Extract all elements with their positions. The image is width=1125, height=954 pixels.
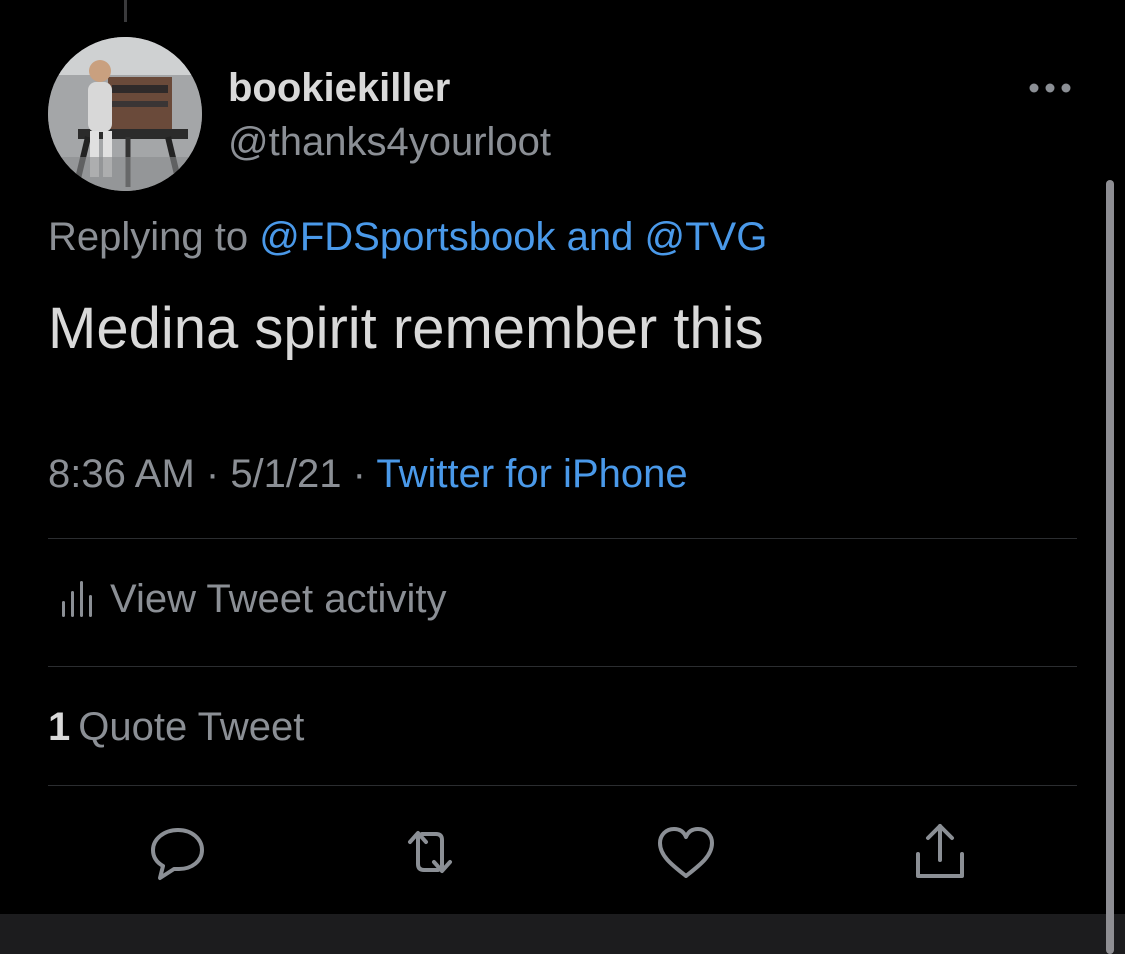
share-button[interactable] — [906, 818, 974, 886]
tweet-date: 5/1/21 — [230, 452, 342, 496]
quote-tweet-count: 1 — [48, 704, 71, 749]
bottom-toolbar — [0, 914, 1125, 954]
replying-to: Replying to @FDSportsbook and @TVG — [48, 212, 767, 262]
tweet-source-link[interactable]: Twitter for iPhone — [376, 452, 687, 496]
tweet-text: Medina spirit remember this — [48, 296, 764, 361]
author-display-name[interactable]: bookiekiller — [228, 64, 450, 112]
scrollbar[interactable] — [1106, 180, 1114, 954]
meta-separator: · — [341, 452, 377, 496]
replying-to-joiner: and — [555, 215, 645, 259]
author-handle[interactable]: @thanks4yourloot — [228, 118, 551, 166]
divider — [48, 785, 1077, 786]
view-tweet-activity-button[interactable]: View Tweet activity — [48, 572, 446, 626]
share-icon — [916, 824, 964, 878]
tweet-detail-screen: bookiekiller @thanks4yourloot Replying t… — [0, 0, 1125, 954]
meta-separator: · — [194, 452, 231, 496]
analytics-icon — [62, 581, 92, 617]
reply-button[interactable] — [144, 818, 212, 886]
tweet-time: 8:36 AM — [48, 452, 195, 496]
retweet-icon — [408, 831, 452, 873]
quote-tweet-label: Quote Tweet — [78, 704, 305, 749]
ellipsis-icon — [1029, 83, 1071, 93]
heart-icon — [658, 827, 714, 878]
reply-icon — [151, 828, 204, 880]
replying-to-label: Replying to — [48, 215, 260, 259]
avatar[interactable] — [48, 37, 202, 191]
divider — [48, 538, 1077, 539]
mention-tvg[interactable]: @TVG — [644, 215, 767, 259]
avatar-photo — [48, 37, 202, 191]
retweet-button[interactable] — [396, 818, 464, 886]
view-tweet-activity-label: View Tweet activity — [110, 576, 447, 621]
mention-fdsportsbook[interactable]: @FDSportsbook — [259, 215, 555, 259]
thread-connector-line — [124, 0, 127, 22]
divider — [48, 666, 1077, 667]
tweet-metadata: 8:36 AM · 5/1/21 · Twitter for iPhone — [48, 448, 688, 500]
like-button[interactable] — [652, 818, 720, 886]
more-options-button[interactable] — [1026, 70, 1074, 106]
quote-tweets-link[interactable]: 1 Quote Tweet — [48, 700, 304, 754]
